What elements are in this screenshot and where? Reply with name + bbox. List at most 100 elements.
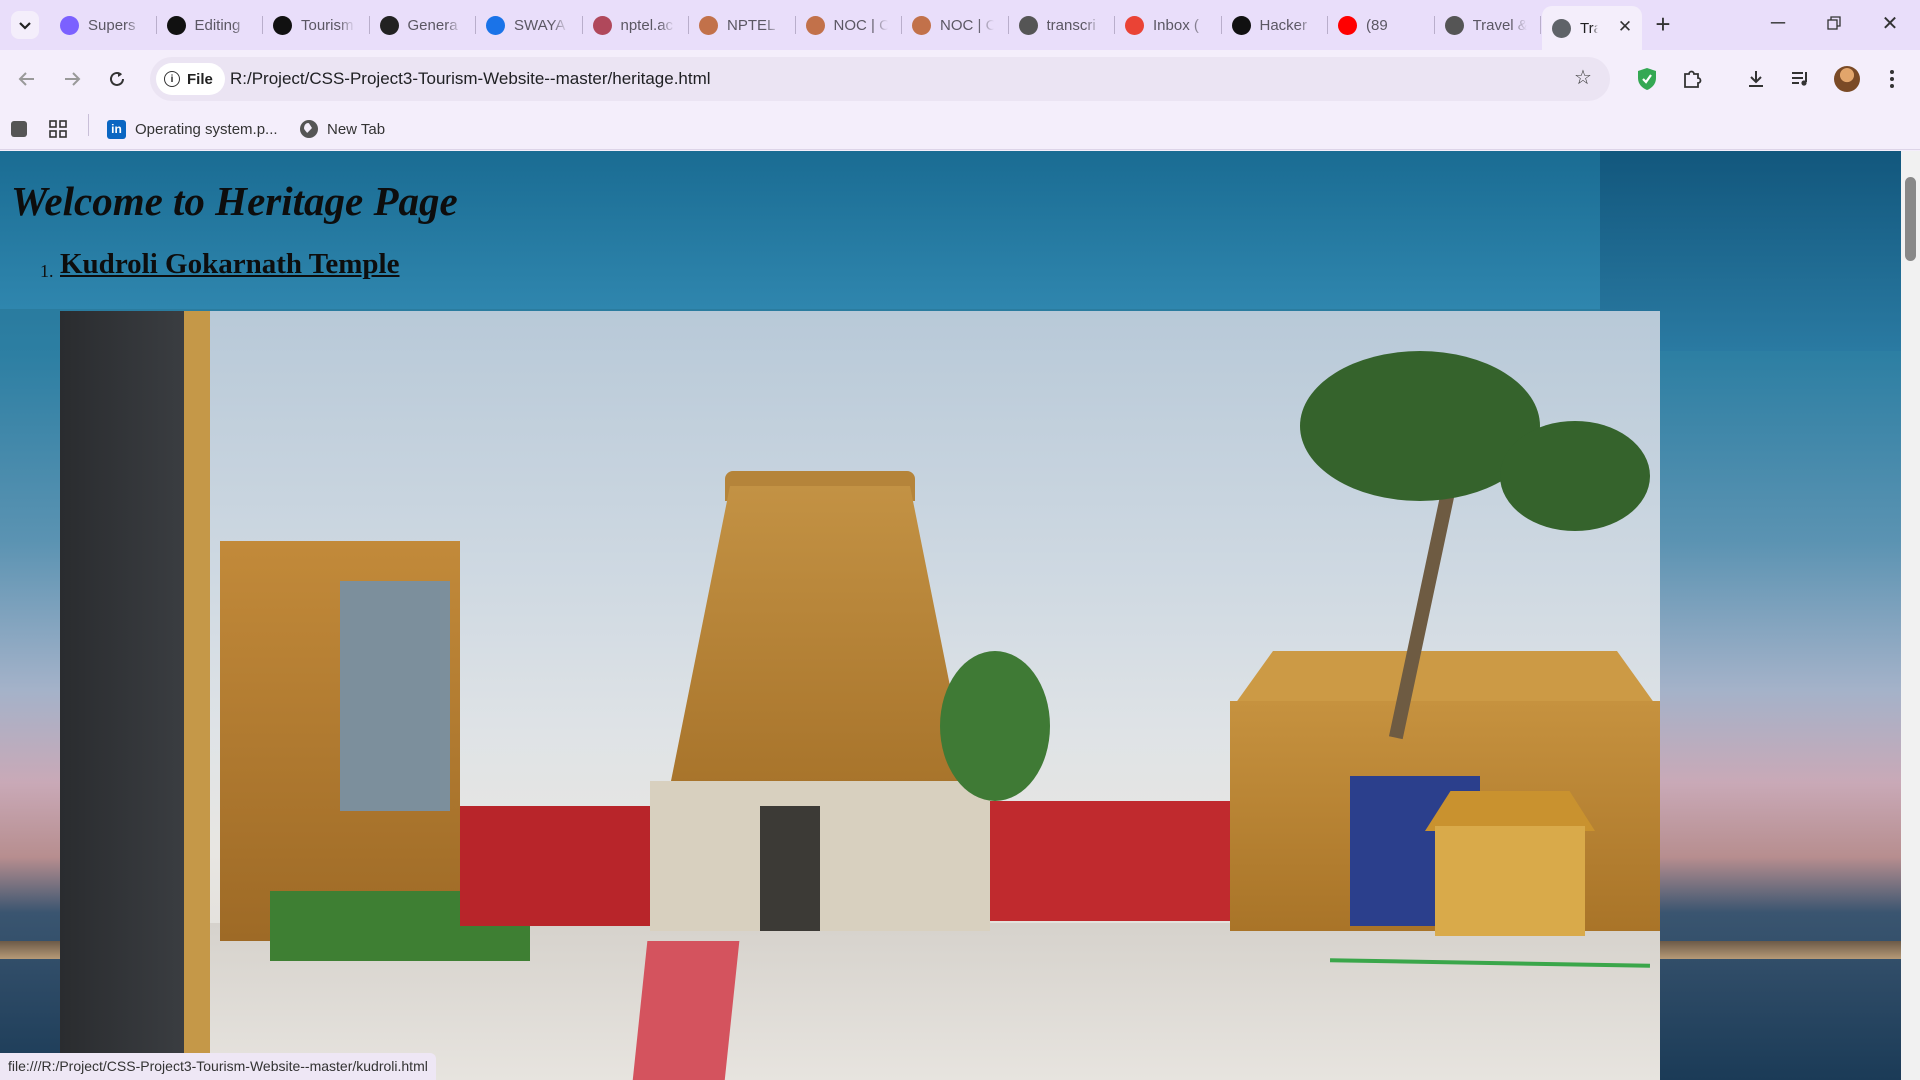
bookmarks-separator: [88, 114, 89, 136]
minimize-button[interactable]: ─: [1750, 0, 1806, 46]
tab-title: Supers: [88, 16, 136, 34]
forward-button[interactable]: [57, 64, 87, 94]
site-info-chip[interactable]: i File: [156, 63, 225, 95]
tab-title: Hacker: [1259, 16, 1308, 34]
page-viewport: Welcome to Heritage Page 1. Kudroli Goka…: [0, 151, 1901, 1080]
new-tab-button[interactable]: +: [1649, 9, 1677, 39]
tab[interactable]: (89: [1328, 10, 1435, 40]
tab-active[interactable]: Tra ✕: [1542, 6, 1642, 50]
tab-title: Genera: [407, 16, 458, 34]
photo-kiosk-roof: [1425, 791, 1595, 831]
photo-red-wall-left: [460, 806, 660, 926]
globe-icon: [1018, 15, 1038, 35]
puzzle-icon: [1684, 70, 1702, 88]
list-link-kudroli[interactable]: Kudroli Gokarnath Temple: [60, 248, 400, 281]
nptel-icon: [699, 15, 718, 35]
github-icon: [273, 15, 292, 35]
arrow-right-icon: [65, 72, 81, 86]
page-scrollbar[interactable]: [1901, 151, 1920, 1080]
tab-title: NOC | C: [940, 16, 994, 34]
globe-icon: [1444, 15, 1464, 35]
github-icon: [166, 15, 186, 35]
photo-palm-fronds: [1500, 421, 1650, 531]
scrollbar-thumb[interactable]: [1905, 177, 1916, 261]
page-title: Welcome to Heritage Page: [11, 178, 458, 224]
tab-title: transcri: [1046, 16, 1096, 34]
tab[interactable]: Genera: [370, 10, 476, 40]
back-button[interactable]: [12, 64, 42, 94]
bookmark-label: Operating system.p...: [135, 120, 278, 138]
toolbar: i File R:/Project/CSS-Project3-Tourism-W…: [0, 50, 1920, 108]
photo-tree: [940, 651, 1050, 801]
tab-title: (89: [1366, 16, 1388, 34]
url-text[interactable]: R:/Project/CSS-Project3-Tourism-Website-…: [230, 69, 711, 89]
close-window-button[interactable]: ✕: [1862, 0, 1918, 46]
tab[interactable]: Inbox (: [1115, 10, 1222, 40]
bookmark-label: New Tab: [327, 120, 386, 138]
scheme-label: File: [187, 70, 213, 88]
background-sky: [0, 151, 1600, 309]
linkedin-icon: in: [107, 119, 126, 139]
tab-search-button[interactable]: [11, 11, 39, 39]
shield-icon: [1638, 68, 1656, 90]
tab[interactable]: Supers: [50, 10, 157, 40]
tab[interactable]: NOC | C: [902, 10, 1009, 40]
apps-grid-icon[interactable]: [48, 116, 68, 142]
downloads-button[interactable]: [1741, 64, 1771, 94]
playlist-icon: [1792, 72, 1807, 86]
gmail-icon: [1125, 15, 1144, 35]
list-number: 1.: [40, 261, 54, 281]
menu-button[interactable]: [1877, 64, 1907, 94]
nptel-icon: [805, 15, 825, 35]
address-bar[interactable]: i File R:/Project/CSS-Project3-Tourism-W…: [150, 57, 1610, 101]
bookmark-item[interactable]: in Operating system.p...: [107, 116, 278, 142]
reload-button[interactable]: [102, 64, 132, 94]
ai-icon: [60, 15, 79, 35]
close-tab-icon[interactable]: ✕: [1616, 17, 1634, 36]
download-icon: [1749, 71, 1763, 87]
tab-title: Editing: [194, 16, 241, 34]
globe-icon: [300, 120, 318, 138]
restore-icon: [1827, 16, 1841, 30]
tab-title: nptel.ac: [620, 16, 674, 34]
tab[interactable]: Hacker: [1222, 10, 1328, 40]
swayam-icon: [486, 15, 505, 35]
tab[interactable]: SWAYA: [476, 10, 583, 40]
photo-glass-tower: [340, 581, 450, 811]
photo-red-carpet: [632, 941, 740, 1080]
status-bar-url: file:///R:/Project/CSS-Project3-Tourism-…: [0, 1053, 436, 1080]
nptel-icon: [592, 15, 612, 35]
nptel-icon: [912, 15, 931, 35]
adblock-extension-icon[interactable]: [1632, 64, 1662, 94]
tab-title: NPTEL: [727, 16, 776, 34]
bookmark-square-icon[interactable]: [11, 116, 27, 142]
photo-gopuram-base: [650, 781, 990, 931]
media-control-button[interactable]: [1786, 64, 1816, 94]
tab-title: Inbox (: [1153, 16, 1199, 34]
tab-title: Tra: [1580, 19, 1598, 37]
bookmark-star-icon[interactable]: ☆: [1572, 67, 1594, 89]
hackerrank-icon: [1231, 15, 1251, 35]
tab[interactable]: nptel.ac: [583, 10, 689, 40]
profile-avatar[interactable]: [1834, 66, 1860, 92]
info-icon: i: [164, 71, 180, 87]
tab-title: SWAYA: [514, 16, 566, 34]
tab-strip: Supers Editing Tourism Genera SWAYA nptel.ac N…: [0, 0, 1920, 50]
temple-photo[interactable]: [60, 311, 1660, 1080]
extensions-button[interactable]: [1677, 64, 1707, 94]
tab-title: Tourism: [301, 16, 354, 34]
restore-button[interactable]: [1806, 0, 1862, 46]
tab[interactable]: Editing: [157, 10, 263, 40]
tab[interactable]: Travel &: [1435, 10, 1541, 40]
chevron-down-icon: [19, 22, 31, 30]
tab[interactable]: NPTEL: [689, 10, 796, 40]
bookmarks-bar: in Operating system.p... New Tab: [0, 108, 1920, 150]
tab[interactable]: transcri: [1009, 10, 1115, 40]
globe-icon: [1552, 18, 1571, 38]
photo-plaque: [60, 311, 210, 1080]
tab-title: Travel &: [1472, 16, 1527, 34]
tab[interactable]: Tourism: [263, 10, 370, 40]
bookmark-item[interactable]: New Tab: [300, 116, 385, 142]
photo-kiosk: [1435, 826, 1585, 936]
tab[interactable]: NOC | C: [796, 10, 902, 40]
